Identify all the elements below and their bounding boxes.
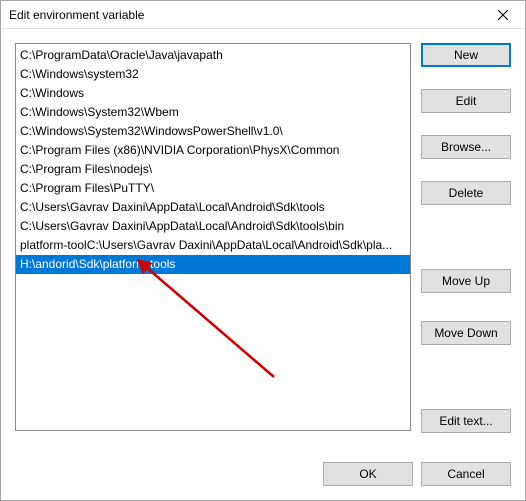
close-button[interactable]: [480, 1, 525, 29]
delete-button[interactable]: Delete: [421, 181, 511, 205]
list-item[interactable]: C:\Windows\system32: [16, 65, 410, 84]
button-label: New: [454, 48, 478, 62]
close-icon: [498, 10, 508, 20]
button-label: Edit text...: [439, 414, 492, 428]
dialog-title: Edit environment variable: [9, 8, 144, 22]
list-item[interactable]: C:\ProgramData\Oracle\Java\javapath: [16, 46, 410, 65]
move-up-button[interactable]: Move Up: [421, 269, 511, 293]
button-label: Edit: [456, 94, 477, 108]
button-label: Move Up: [442, 274, 490, 288]
list-item[interactable]: C:\Program Files\nodejs\: [16, 160, 410, 179]
button-label: Delete: [449, 186, 484, 200]
button-label: Cancel: [447, 467, 484, 481]
list-item[interactable]: C:\Windows\System32\Wbem: [16, 103, 410, 122]
button-label: Browse...: [441, 140, 491, 154]
list-item[interactable]: C:\Program Files (x86)\NVIDIA Corporatio…: [16, 141, 410, 160]
content-area: C:\ProgramData\Oracle\Java\javapath C:\W…: [1, 29, 525, 452]
new-button[interactable]: New: [421, 43, 511, 67]
bottom-bar: OK Cancel: [1, 452, 525, 500]
edit-button[interactable]: Edit: [421, 89, 511, 113]
list-item[interactable]: C:\Users\Gavrav Daxini\AppData\Local\And…: [16, 198, 410, 217]
list-item[interactable]: C:\Program Files\PuTTY\: [16, 179, 410, 198]
list-item-selected[interactable]: H:\andorid\Sdk\platform-tools: [16, 255, 410, 274]
list-item[interactable]: C:\Windows\System32\WindowsPowerShell\v1…: [16, 122, 410, 141]
move-down-button[interactable]: Move Down: [421, 321, 511, 345]
ok-button[interactable]: OK: [323, 462, 413, 486]
button-column: New Edit Browse... Delete Move Up Move D…: [421, 43, 511, 446]
list-item[interactable]: platform-toolC:\Users\Gavrav Daxini\AppD…: [16, 236, 410, 255]
titlebar: Edit environment variable: [1, 1, 525, 29]
cancel-button[interactable]: Cancel: [421, 462, 511, 486]
list-item[interactable]: C:\Users\Gavrav Daxini\AppData\Local\And…: [16, 217, 410, 236]
browse-button[interactable]: Browse...: [421, 135, 511, 159]
button-label: OK: [359, 467, 376, 481]
dialog-window: Edit environment variable C:\ProgramData…: [0, 0, 526, 501]
button-label: Move Down: [434, 326, 497, 340]
list-item[interactable]: C:\Windows: [16, 84, 410, 103]
edit-text-button[interactable]: Edit text...: [421, 409, 511, 433]
path-listbox[interactable]: C:\ProgramData\Oracle\Java\javapath C:\W…: [15, 43, 411, 431]
